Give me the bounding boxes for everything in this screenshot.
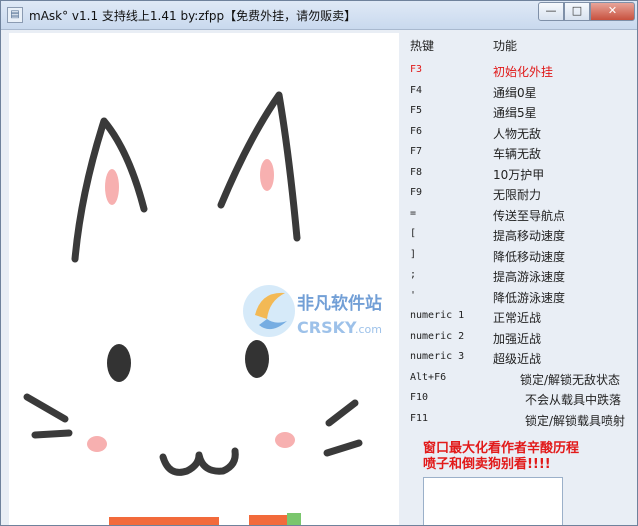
hotkey-panel: 热键 功能 F3 初始化外挂 F4 通缉0星 F5 通缉5星 F6 人物无敌 F7 车辆无敌 F8 1…: [405, 33, 637, 525]
hotkey-function: 通缉0星: [493, 85, 537, 100]
hotkey-row: ; 提高游泳速度: [405, 266, 637, 286]
hotkey-key: F11: [410, 412, 429, 424]
hotkey-function: 10万护甲: [493, 167, 545, 182]
hotkey-function: 无限耐力: [493, 188, 542, 202]
watermark-en: CRSKY: [297, 318, 357, 337]
hotkey-function: 提高移动速度: [493, 229, 566, 243]
whisker-right-2: [323, 439, 363, 457]
left-cheek: [87, 436, 107, 452]
hotkey-key: F4: [410, 84, 423, 96]
hotkey-function: 降低移动速度: [493, 249, 566, 264]
hotkey-row: F4 通缉0星: [405, 82, 637, 102]
hotkey-function: 锁定/解锁载具喷射: [525, 413, 626, 428]
whisker-right-1: [325, 399, 359, 427]
hotkey-key: F9: [410, 187, 423, 198]
hotkey-row: F7 车辆无敌: [405, 143, 637, 163]
hotkey-function: 锁定/解锁无敌状态: [520, 372, 621, 387]
hotkey-function: 超级近战: [493, 352, 542, 366]
hotkey-row: = 传送至导航点: [405, 205, 637, 225]
window-title: mAsk° v1.1 支持线上1.41 by:zfpp【免费外挂，请勿贩卖】: [29, 9, 357, 23]
right-ear: [217, 91, 301, 242]
app-window: ▤ mAsk° v1.1 支持线上1.41 by:zfpp【免费外挂，请勿贩卖】…: [0, 0, 638, 526]
right-cheek: [275, 432, 295, 448]
header-function: 功能: [493, 39, 518, 53]
hotkey-row: F9 无限耐力: [405, 184, 637, 204]
watermark-suffix: .com: [355, 323, 382, 336]
hotkey-row: numeric 2 加强近战: [405, 328, 637, 348]
bottom-shape-orange-2: [249, 515, 289, 525]
left-eye: [107, 344, 131, 382]
hotkey-row: F10 不会从载具中跌落: [405, 389, 637, 409]
app-icon: ▤: [7, 7, 23, 23]
hotkey-row: ] 降低移动速度: [405, 246, 637, 266]
note-line-2: 喷子和倒卖狗别看!!!!: [423, 457, 551, 472]
hotkey-key: numeric 1: [410, 310, 465, 321]
text-box[interactable]: [423, 477, 563, 525]
hotkey-key: F7: [410, 146, 423, 157]
hotkey-key: ': [410, 289, 417, 301]
bottom-shape-green: [287, 513, 301, 525]
watermark: 非凡软件站 CRSKY .com: [241, 279, 401, 349]
left-inner-ear: [105, 169, 119, 205]
title-bar[interactable]: ▤ mAsk° v1.1 支持线上1.41 by:zfpp【免费外挂，请勿贩卖】…: [1, 1, 637, 30]
hotkey-row: [ 提高移动速度: [405, 225, 637, 245]
hotkey-function: 不会从载具中跌落: [525, 393, 622, 407]
hotkey-row: F6 人物无敌: [405, 123, 637, 143]
mouth: [159, 447, 239, 476]
hotkey-row: F5 通缉5星: [405, 102, 637, 122]
watermark-logo-icon: 非凡软件站 CRSKY .com: [243, 285, 382, 337]
hotkey-row: numeric 1 正常近战: [405, 307, 637, 327]
header-hotkey: 热键: [410, 39, 435, 53]
hotkey-row: F8 10万护甲: [405, 164, 637, 184]
hotkey-key: numeric 3: [410, 351, 465, 362]
close-button[interactable]: ✕: [590, 2, 635, 21]
hotkey-key: ]: [410, 248, 417, 260]
hotkey-function: 人物无敌: [493, 126, 542, 141]
hotkey-row: ' 降低游泳速度: [405, 287, 637, 307]
watermark-cn: 非凡软件站: [297, 293, 382, 314]
hotkey-row: F11 锁定/解锁载具喷射: [405, 410, 637, 430]
hotkey-key: numeric 2: [410, 330, 465, 342]
hotkey-function: 加强近战: [493, 331, 542, 346]
hotkey-key: Alt+F6: [410, 371, 447, 383]
hotkey-function: 降低游泳速度: [493, 290, 566, 305]
hotkey-function: 提高游泳速度: [493, 270, 566, 284]
hotkey-key: F10: [410, 392, 429, 403]
hotkey-row: F3 初始化外挂: [405, 61, 637, 81]
hotkey-key: F5: [410, 105, 423, 116]
hotkey-key: ;: [410, 269, 417, 280]
hotkey-key: [: [410, 228, 417, 239]
hotkey-function: 车辆无敌: [493, 147, 542, 161]
hotkey-function: 通缉5星: [493, 106, 537, 120]
hotkey-row: Alt+F6 锁定/解锁无敌状态: [405, 369, 637, 389]
hotkey-row: numeric 3 超级近战: [405, 348, 637, 368]
bottom-shape-orange: [109, 517, 219, 525]
minimize-button[interactable]: —: [538, 2, 564, 21]
hotkey-function: 正常近战: [493, 311, 542, 325]
hotkey-key: F3: [410, 64, 423, 75]
hotkey-function: 初始化外挂: [493, 65, 554, 79]
whisker-left-2: [31, 429, 73, 439]
hotkey-function: 传送至导航点: [493, 208, 566, 223]
hotkey-key: =: [410, 207, 417, 219]
hotkey-key: F6: [410, 125, 423, 137]
right-inner-ear: [260, 159, 274, 191]
whisker-left-1: [23, 393, 69, 423]
maximize-button[interactable]: □: [564, 2, 590, 21]
hotkey-key: F8: [410, 166, 423, 178]
